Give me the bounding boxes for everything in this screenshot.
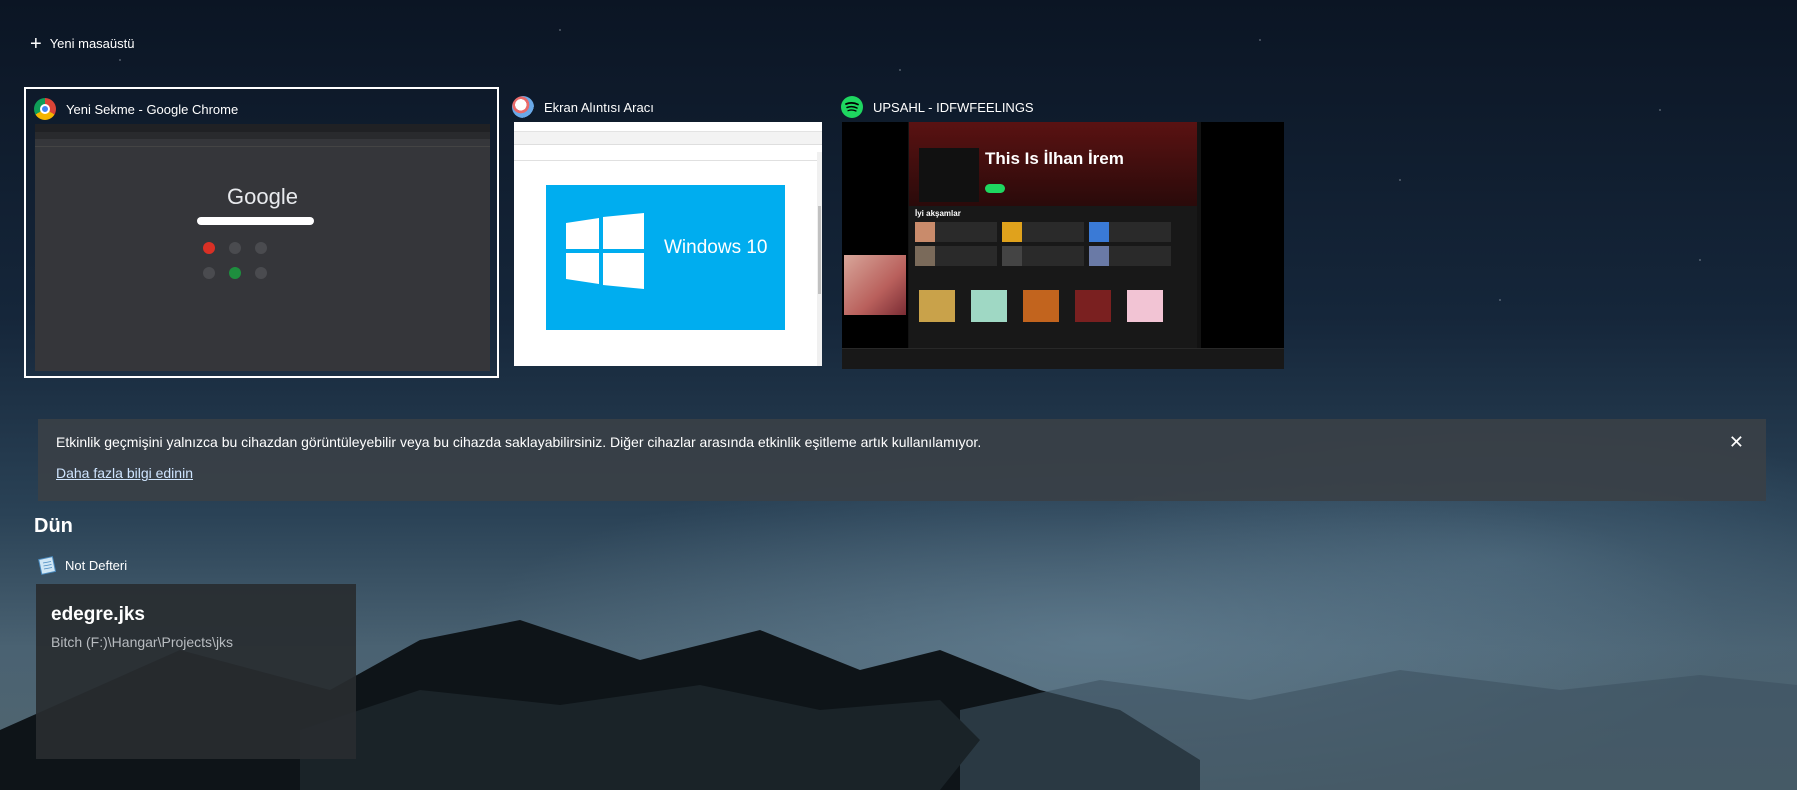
google-logo: Google [227,184,298,209]
banner-message: Etkinlik geçmişini yalnızca bu cihazdan … [56,434,982,450]
timeline-day-heading: Dün [34,515,73,537]
close-icon[interactable]: ✕ [1729,433,1744,451]
spotify-friend-activity [1201,122,1284,369]
snipping-tool-icon [512,96,534,118]
new-desktop-label: Yeni masaüstü [49,36,135,51]
chrome-icon [34,98,56,120]
spotify-player-bar [842,348,1284,369]
window-title-bar: Ekran Alıntısı Aracı [512,94,824,120]
spotify-preview: This Is İlhan İrem İyi akşamlar [842,122,1284,369]
windows-10-text: Windows 10 [664,237,768,258]
window-thumbnail-spotify[interactable]: UPSAHL - IDFWFEELINGS This Is İlhan İrem… [841,94,1284,369]
activity-path: Bitch (F:)\Hangar\Projects\jks [51,634,234,650]
activity-card[interactable]: edegre.jks Bitch (F:)\Hangar\Projects\jk… [36,584,356,759]
new-desktop-button[interactable]: + Yeni masaüstü [30,32,135,55]
window-title-bar: UPSAHL - IDFWFEELINGS [841,94,1284,120]
learn-more-link[interactable]: Daha fazla bilgi edinin [56,465,193,481]
timeline-app-group: Not Defteri [37,555,127,575]
activity-history-banner: Etkinlik geçmişini yalnızca bu cihazdan … [38,419,1766,501]
window-title-bar: Yeni Sekme - Google Chrome [34,96,238,122]
window-title: UPSAHL - IDFWFEELINGS [873,99,1034,115]
snipping-tool-preview: Windows 10 [514,122,822,366]
activity-title: edegre.jks [51,604,145,625]
chrome-preview: Google [35,124,490,371]
window-title: Ekran Alıntısı Aracı [544,99,654,115]
notepad-icon [37,555,57,575]
spotify-play-button [985,184,1005,193]
window-thumbnail-snipping-tool[interactable]: Ekran Alıntısı Aracı Windows 10 [512,94,824,366]
google-search-bar [197,217,314,225]
spotify-hero-title: This Is İlhan İrem [985,149,1124,168]
spotify-main: This Is İlhan İrem İyi akşamlar [909,122,1197,369]
spotify-section-title: İyi akşamlar [915,209,961,218]
windows-logo-icon [566,213,644,289]
window-title: Yeni Sekme - Google Chrome [66,101,239,117]
spotify-icon [841,96,863,118]
spotify-sidebar [842,122,908,369]
windows-10-image: Windows 10 [546,185,785,330]
timeline-app-name: Not Defteri [65,557,128,573]
window-thumbnail-chrome[interactable]: Yeni Sekme - Google Chrome Google [24,87,499,378]
plus-icon: + [30,32,42,55]
